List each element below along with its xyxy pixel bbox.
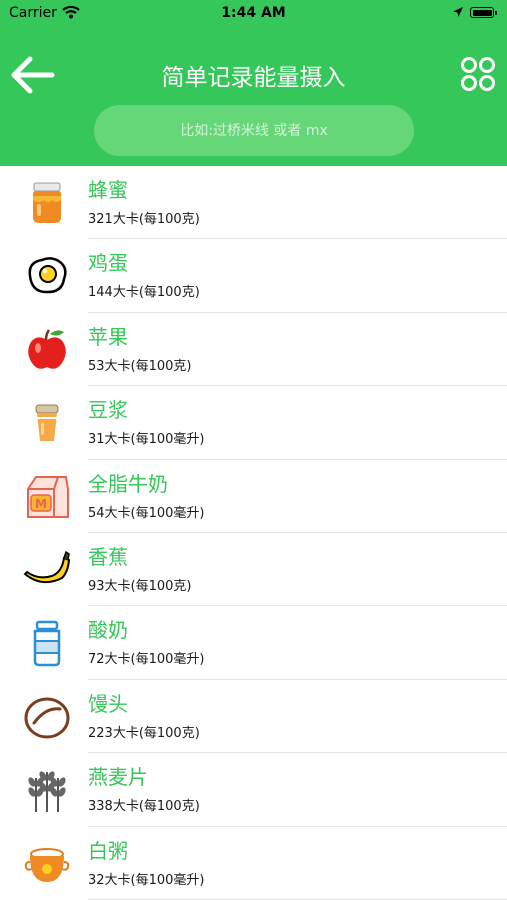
food-item-honey[interactable]: 蜂蜜 321大卡(每100克) <box>0 166 507 240</box>
food-calories: 32大卡(每100毫升) <box>88 872 205 888</box>
food-name: 全脂牛奶 <box>88 471 168 496</box>
honey-jar-icon <box>33 182 61 223</box>
food-name: 香蕉 <box>88 544 128 569</box>
food-item-apple[interactable]: 苹果 53大卡(每100克) <box>0 313 507 387</box>
food-calories: 321大卡(每100克) <box>88 212 200 227</box>
search-input[interactable] <box>94 105 414 156</box>
food-item-steamed-bun[interactable]: 馒头 223大卡(每100克) <box>0 680 507 754</box>
apple-icon <box>28 329 66 369</box>
food-calories: 338大卡(每100克) <box>88 799 200 815</box>
banana-icon <box>23 550 71 584</box>
steamed-bun-icon <box>24 697 70 739</box>
food-item-soy-milk[interactable]: 豆浆 31大卡(每100毫升) <box>0 386 507 460</box>
food-calories: 31大卡(每100毫升) <box>88 432 205 448</box>
food-calories: 53大卡(每100克) <box>88 358 192 374</box>
grid-menu-icon[interactable] <box>458 54 498 94</box>
oat-icon <box>28 771 66 813</box>
food-list: 蜂蜜 321大卡(每100克) 鸡蛋 144大卡(每100克) 苹果 53大卡(… <box>0 166 507 900</box>
food-name: 燕麦片 <box>88 765 148 790</box>
page-title: 简单记录能量摄入 <box>161 65 346 91</box>
food-calories: 72大卡(每100毫升) <box>88 652 205 668</box>
yogurt-bottle-icon <box>33 621 61 667</box>
status-bar: Carrier 1:44 AM <box>0 0 507 28</box>
fried-egg-icon <box>28 257 67 294</box>
navigation-header: Carrier 1:44 AM 简单记录能量摄入 <box>0 0 507 166</box>
food-name: 豆浆 <box>88 398 128 423</box>
food-name: 酸奶 <box>88 618 128 643</box>
food-item-banana[interactable]: 香蕉 93大卡(每100克) <box>0 533 507 607</box>
food-item-porridge[interactable]: 白粥 32大卡(每100毫升) <box>0 827 507 900</box>
food-item-egg[interactable]: 鸡蛋 144大卡(每100克) <box>0 239 507 313</box>
food-calories: 144大卡(每100克) <box>88 285 200 301</box>
food-calories: 223大卡(每100克) <box>88 725 200 741</box>
food-name: 蜂蜜 <box>88 178 128 202</box>
food-item-oatmeal[interactable]: 燕麦片 338大卡(每100克) <box>0 753 507 827</box>
battery-icon <box>470 7 497 18</box>
food-item-yogurt[interactable]: 酸奶 72大卡(每100毫升) <box>0 606 507 680</box>
food-item-whole-milk[interactable]: M 全脂牛奶 54大卡(每100毫升) <box>0 460 507 533</box>
food-name: 馒头 <box>88 691 128 716</box>
food-name: 苹果 <box>88 324 128 349</box>
porridge-pot-icon <box>24 847 70 882</box>
status-time: 1:44 AM <box>221 5 286 21</box>
svg-text:M: M <box>35 497 47 511</box>
food-name: 白粥 <box>88 838 128 863</box>
milk-carton-icon: M <box>27 475 69 518</box>
location-arrow-icon <box>453 7 463 17</box>
food-calories: 93大卡(每100克) <box>88 578 192 594</box>
food-name: 鸡蛋 <box>88 251 128 276</box>
food-calories: 54大卡(每100毫升) <box>88 505 205 521</box>
soy-milk-cup-icon <box>35 404 59 442</box>
